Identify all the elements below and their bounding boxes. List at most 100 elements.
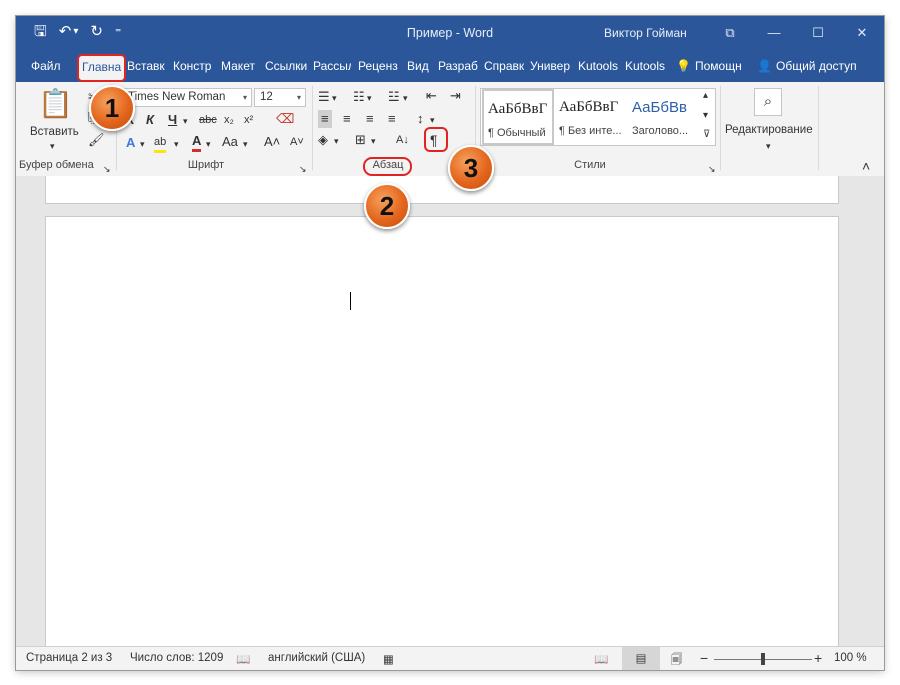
underline-dropdown-icon[interactable]: ▾ <box>183 113 188 129</box>
zoom-level[interactable]: 100 % <box>834 652 867 664</box>
bullets-dropdown-icon[interactable]: ▾ <box>332 90 337 106</box>
superscript-button[interactable]: x² <box>244 112 253 128</box>
tab-universal[interactable]: Универ <box>530 59 572 73</box>
font-family-select[interactable]: Times New Roman ▾ <box>122 88 252 107</box>
style-normal[interactable]: АаБбВвГ ¶ Обычный <box>482 89 554 145</box>
print-layout-icon[interactable]: ▤ <box>622 647 660 670</box>
borders-dropdown-icon[interactable]: ▾ <box>371 133 376 149</box>
style-heading-1[interactable]: АаБбВв Заголово... <box>628 89 700 145</box>
find-icon[interactable]: ⌕ <box>754 88 782 116</box>
tab-insert[interactable]: Вставк <box>127 59 167 73</box>
tab-developer[interactable]: Разраб <box>438 59 478 73</box>
font-color-icon[interactable]: A <box>192 133 202 152</box>
read-mode-icon[interactable]: 📖 <box>594 652 608 666</box>
maximize-icon[interactable]: ☐ <box>796 16 840 50</box>
document-area[interactable] <box>16 176 884 646</box>
zoom-out-button[interactable]: − <box>700 650 708 666</box>
change-case-dropdown-icon[interactable]: ▾ <box>243 136 248 152</box>
styles-scroll-up-icon[interactable]: ▴ <box>703 88 708 104</box>
language[interactable]: английский (США) <box>268 652 365 664</box>
tab-kutools-2[interactable]: Kutools <box>625 59 665 73</box>
line-spacing-dropdown-icon[interactable]: ▾ <box>430 112 435 128</box>
text-effects-dropdown-icon[interactable]: ▾ <box>140 136 145 152</box>
proofing-icon[interactable]: 📖 <box>236 652 250 666</box>
increase-indent-icon[interactable]: ⇥ <box>450 88 461 104</box>
text-effects-icon[interactable]: A <box>126 135 135 151</box>
close-icon[interactable]: ✕ <box>840 16 884 50</box>
macro-recording-icon[interactable]: ▦ <box>383 652 394 666</box>
page-count[interactable]: Страница 2 из 3 <box>26 652 112 664</box>
tab-view[interactable]: Вид <box>407 59 431 73</box>
step-badge-1: 1 <box>89 85 135 131</box>
zoom-in-button[interactable]: + <box>814 650 822 666</box>
align-center-icon[interactable]: ≡ <box>343 111 351 127</box>
clear-formatting-icon[interactable]: ⌫ <box>276 111 294 127</box>
styles-scroll-down-icon[interactable]: ▾ <box>703 108 708 124</box>
subscript-button[interactable]: x₂ <box>224 112 234 128</box>
chevron-down-icon: ▾ <box>242 93 247 102</box>
tab-mailings[interactable]: Рассыл <box>313 59 351 73</box>
tell-me-button[interactable]: Помощн <box>695 59 742 73</box>
font-launcher-icon[interactable]: ↘ <box>299 161 307 177</box>
text-caret <box>350 292 351 310</box>
italic-button[interactable]: К <box>146 112 154 128</box>
change-case-button[interactable]: Aa <box>222 134 238 150</box>
font-color-dropdown-icon[interactable]: ▾ <box>206 136 211 152</box>
styles-launcher-icon[interactable]: ↘ <box>708 161 716 177</box>
share-button[interactable]: Общий доступ <box>776 59 857 73</box>
sort-icon[interactable]: A↓ <box>396 132 409 148</box>
current-page[interactable] <box>45 216 839 646</box>
multilevel-dropdown-icon[interactable]: ▾ <box>403 90 408 106</box>
shading-dropdown-icon[interactable]: ▾ <box>334 133 339 149</box>
decrease-indent-icon[interactable]: ⇤ <box>426 88 437 104</box>
underline-button[interactable]: Ч <box>168 112 177 128</box>
grow-font-button[interactable]: A˄ <box>264 134 280 150</box>
tell-me-icon[interactable]: 💡 <box>676 59 691 73</box>
format-painter-icon[interactable]: 🖌 <box>88 132 105 148</box>
web-layout-icon[interactable]: 🗐 <box>671 652 683 670</box>
ribbon-tabs: Файл Главна Вставк Констр Макет Ссылки Р… <box>16 50 884 82</box>
word-count[interactable]: Число слов: 1209 <box>130 652 223 664</box>
paste-icon[interactable]: 📋 <box>38 88 73 120</box>
highlight-color-icon[interactable]: ab <box>154 134 167 153</box>
group-separator <box>720 86 721 170</box>
font-size-select[interactable]: 12 ▾ <box>254 88 306 107</box>
tab-references[interactable]: Ссылки <box>265 59 307 73</box>
zoom-slider-thumb[interactable] <box>761 653 765 665</box>
status-bar: Страница 2 из 3 Число слов: 1209 📖 англи… <box>16 646 884 670</box>
paste-dropdown-icon[interactable]: ▾ <box>50 138 55 154</box>
ribbon-display-options-icon[interactable]: ⧉ <box>708 16 752 50</box>
highlight-dropdown-icon[interactable]: ▾ <box>174 136 179 152</box>
bullets-icon[interactable]: ☰ <box>318 89 330 105</box>
style-no-spacing[interactable]: АаБбВвГ ¶ Без инте... <box>555 89 627 145</box>
line-spacing-icon[interactable]: ↕ <box>417 111 424 127</box>
multilevel-list-icon[interactable]: ☳ <box>388 89 400 105</box>
minimize-icon[interactable]: — <box>752 16 796 50</box>
clipboard-launcher-icon[interactable]: ↘ <box>103 161 111 177</box>
align-left-icon[interactable]: ≡ <box>318 110 332 128</box>
strikethrough-button[interactable]: abc <box>199 112 217 128</box>
collapse-ribbon-icon[interactable]: ˄ <box>862 158 870 174</box>
editing-button[interactable]: Редактирование <box>725 122 813 138</box>
tab-file[interactable]: Файл <box>31 59 61 73</box>
editing-dropdown-icon[interactable]: ▾ <box>766 138 771 154</box>
borders-icon[interactable]: ⊞ <box>355 132 366 148</box>
justify-icon[interactable]: ≡ <box>388 111 396 127</box>
shading-icon[interactable]: ◈ <box>318 132 328 148</box>
tab-kutools-1[interactable]: Kutools <box>578 59 620 73</box>
group-separator <box>818 86 819 170</box>
word-window: 🖫 ↶ ▾ ↻ ⁼ Пример - Word Виктор Гойман ⧉ … <box>16 16 884 670</box>
tab-design[interactable]: Констр <box>173 59 215 73</box>
user-name[interactable]: Виктор Гойман <box>604 26 687 40</box>
numbering-dropdown-icon[interactable]: ▾ <box>367 90 372 106</box>
style-name: Заголово... <box>632 125 689 137</box>
align-right-icon[interactable]: ≡ <box>366 111 374 127</box>
tab-help[interactable]: Справк <box>484 59 524 73</box>
numbering-icon[interactable]: ☷ <box>353 89 365 105</box>
tab-layout[interactable]: Макет <box>221 59 257 73</box>
share-icon[interactable]: 👤 <box>757 59 772 73</box>
tab-review[interactable]: Реценз <box>358 59 400 73</box>
tab-home[interactable]: Главна <box>77 54 127 82</box>
shrink-font-button[interactable]: A˅ <box>290 134 304 150</box>
styles-more-icon[interactable]: ⊽ <box>703 127 710 143</box>
